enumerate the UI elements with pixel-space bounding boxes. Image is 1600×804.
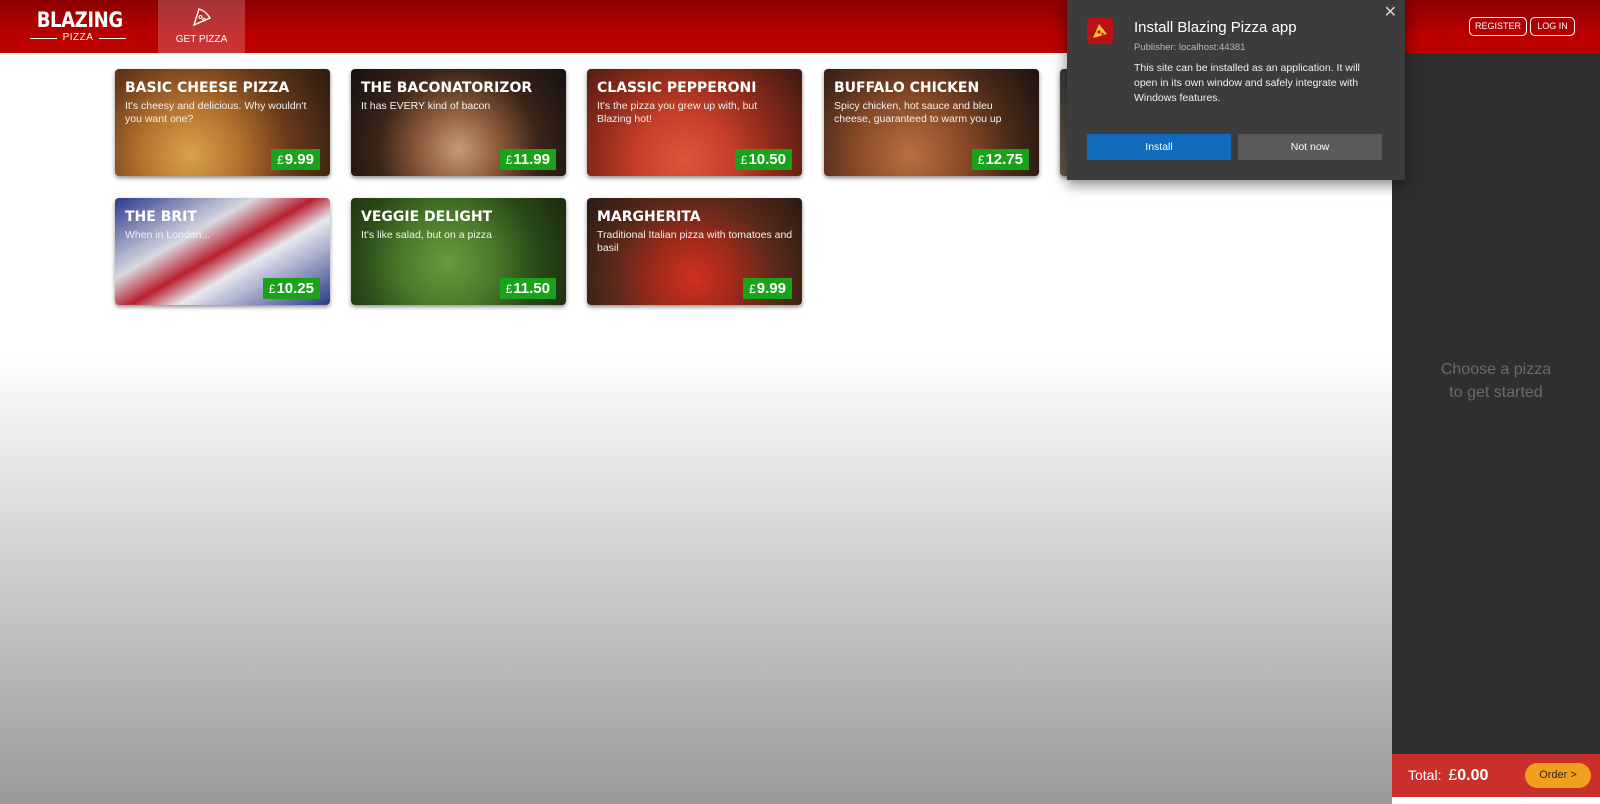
pizza-name: VEGGIE DELIGHT bbox=[361, 209, 493, 225]
empty-order-message: Choose a pizza to get started bbox=[1392, 358, 1600, 404]
pizza-name: MARGHERITA bbox=[597, 209, 701, 225]
price-amount: 11.50 bbox=[513, 280, 550, 297]
price-amount: 11.99 bbox=[513, 151, 550, 168]
pizza-description: It has EVERY kind of bacon bbox=[361, 100, 491, 112]
pizza-card-classic-pepperoni[interactable]: CLASSIC PEPPERONI It's the pizza you gre… bbox=[587, 69, 802, 176]
dialog-publisher: Publisher: localhost:44381 bbox=[1134, 42, 1246, 53]
price-currency: £ bbox=[277, 153, 284, 167]
pizza-card-basic-cheese[interactable]: BASIC CHEESE PIZZA It's cheesy and delic… bbox=[115, 69, 330, 176]
empty-message-line-2: to get started bbox=[1449, 384, 1543, 401]
logo-main-text: BLAZING bbox=[36, 8, 123, 32]
logo-sub-text: PIZZA bbox=[30, 32, 126, 44]
not-now-button[interactable]: Not now bbox=[1238, 134, 1382, 160]
price-badge: £9.99 bbox=[743, 278, 792, 299]
pizza-description: When in London... bbox=[125, 229, 211, 241]
tab-get-pizza-label: GET PIZZA bbox=[175, 34, 228, 45]
order-total: Total: £0.00 bbox=[1408, 767, 1488, 785]
app-icon bbox=[1087, 18, 1113, 44]
order-button[interactable]: Order > bbox=[1525, 763, 1591, 788]
pizza-name: THE BACONATORIZOR bbox=[361, 80, 533, 96]
total-label: Total: bbox=[1408, 767, 1442, 783]
price-badge: £11.50 bbox=[499, 278, 556, 299]
order-sidebar: Choose a pizza to get started Total: £0.… bbox=[1392, 53, 1600, 804]
price-currency: £ bbox=[268, 282, 276, 296]
total-amount: 0.00 bbox=[1457, 767, 1489, 784]
pizza-description: It's like salad, but on a pizza bbox=[361, 229, 492, 241]
total-currency: £ bbox=[1448, 767, 1458, 784]
login-button[interactable]: LOG IN bbox=[1530, 17, 1575, 36]
price-currency: £ bbox=[505, 282, 513, 296]
pizza-description: It's the pizza you grew up with, but Bla… bbox=[597, 100, 758, 125]
close-icon[interactable]: ✕ bbox=[1384, 2, 1397, 22]
pizza-card-baconatorizor[interactable]: THE BACONATORIZOR It has EVERY kind of b… bbox=[351, 69, 566, 176]
pizza-name: THE BRIT bbox=[125, 209, 197, 225]
sidebar-footer-strip bbox=[1392, 797, 1600, 804]
price-badge: £12.75 bbox=[971, 149, 1029, 170]
dialog-body: This site can be installed as an applica… bbox=[1134, 62, 1360, 104]
price-currency: £ bbox=[505, 153, 513, 167]
price-amount: 9.99 bbox=[284, 151, 314, 168]
price-currency: £ bbox=[749, 282, 756, 296]
pizza-description: Traditional Italian pizza with tomatoes … bbox=[597, 229, 793, 254]
pizza-card-buffalo-chicken[interactable]: BUFFALO CHICKEN Spicy chicken, hot sauce… bbox=[824, 69, 1039, 176]
install-app-dialog: ✕ Install Blazing Pizza app Publisher: l… bbox=[1067, 0, 1405, 180]
price-badge: £10.50 bbox=[734, 149, 792, 170]
price-currency: £ bbox=[977, 153, 985, 167]
pizza-name: CLASSIC PEPPERONI bbox=[597, 80, 757, 96]
pizza-name: BUFFALO CHICKEN bbox=[834, 80, 980, 96]
empty-message-line-1: Choose a pizza bbox=[1440, 361, 1552, 378]
pizza-description: Spicy chicken, hot sauce and bleu cheese… bbox=[834, 100, 1002, 125]
tab-get-pizza[interactable]: GET PIZZA bbox=[158, 0, 245, 53]
install-button[interactable]: Install bbox=[1087, 134, 1231, 160]
pizza-card-the-brit[interactable]: THE BRIT When in London... £10.25 bbox=[115, 198, 330, 305]
order-total-bar: Total: £0.00 Order > bbox=[1392, 754, 1600, 797]
price-amount: 10.25 bbox=[276, 280, 314, 297]
register-button[interactable]: REGISTER bbox=[1469, 17, 1527, 36]
price-amount: 10.50 bbox=[748, 151, 786, 168]
pizza-name: BASIC CHEESE PIZZA bbox=[125, 80, 290, 96]
price-badge: £10.25 bbox=[262, 278, 320, 299]
logo[interactable]: BLAZING PIZZA bbox=[30, 8, 126, 46]
pizza-description: It's cheesy and delicious. Why wouldn't … bbox=[125, 100, 307, 125]
price-amount: 9.99 bbox=[756, 280, 786, 297]
price-currency: £ bbox=[740, 153, 748, 167]
pizza-card-veggie-delight[interactable]: VEGGIE DELIGHT It's like salad, but on a… bbox=[351, 198, 566, 305]
price-badge: £11.99 bbox=[499, 149, 556, 170]
pizza-slice-icon bbox=[191, 6, 213, 33]
pizza-card-margherita[interactable]: MARGHERITA Traditional Italian pizza wit… bbox=[587, 198, 802, 305]
dialog-title: Install Blazing Pizza app bbox=[1134, 19, 1297, 36]
price-amount: 12.75 bbox=[985, 151, 1023, 168]
price-badge: £9.99 bbox=[271, 149, 320, 170]
